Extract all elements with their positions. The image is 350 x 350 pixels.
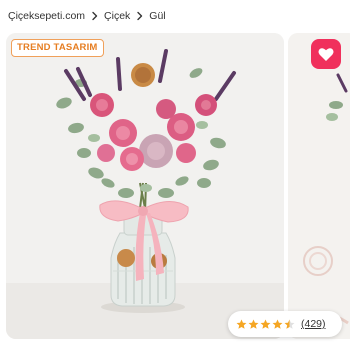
half-star-icon	[284, 319, 295, 329]
product-image-card[interactable]: TREND TASARIM	[6, 33, 284, 339]
breadcrumb-cicek-link[interactable]: Çiçek	[104, 10, 130, 22]
favorite-button[interactable]	[311, 39, 341, 69]
rating-badge[interactable]: (429)	[228, 311, 342, 337]
chevron-right-icon	[90, 11, 99, 21]
breadcrumb-home-link[interactable]: Çiçeksepeti.com	[8, 10, 85, 22]
star-icon	[236, 319, 247, 329]
rating-count[interactable]: (429)	[301, 318, 326, 330]
star-icon	[260, 319, 271, 329]
breadcrumb: Çiçeksepeti.com Çiçek Gül	[8, 9, 166, 23]
breadcrumb-gul-link[interactable]: Gül	[149, 10, 165, 22]
star-icon	[272, 319, 283, 329]
trend-badge: TREND TASARIM	[11, 39, 104, 57]
next-product-image	[288, 33, 350, 339]
rating-stars	[236, 319, 295, 330]
next-product-image-card[interactable]	[288, 33, 350, 339]
chevron-right-icon	[135, 11, 144, 21]
product-image	[6, 33, 284, 339]
heart-icon	[318, 47, 334, 61]
star-icon	[248, 319, 259, 329]
